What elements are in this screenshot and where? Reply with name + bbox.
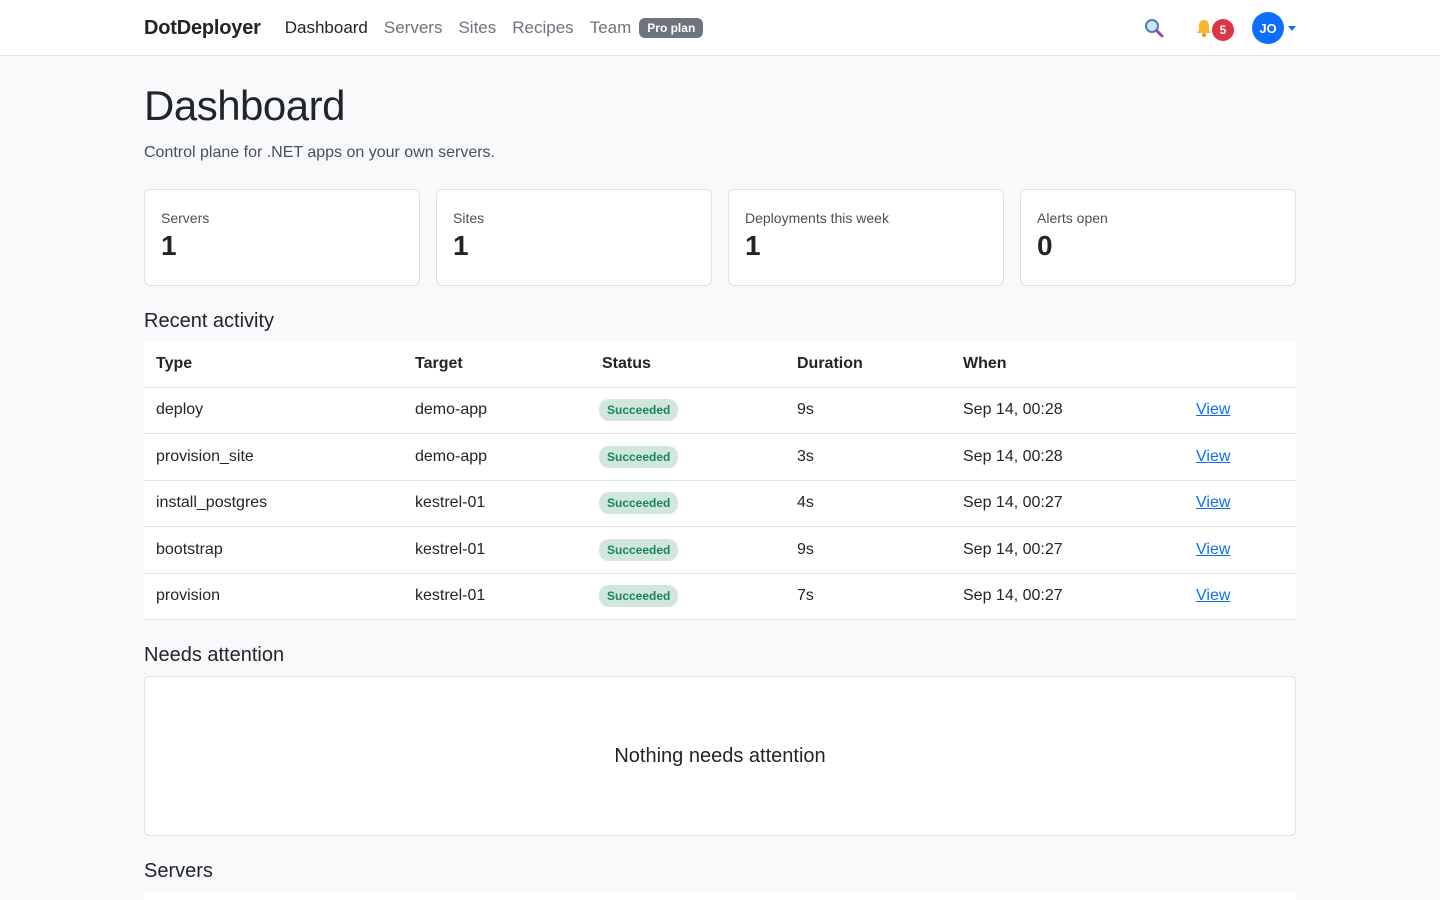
notification-count-badge: 5 — [1212, 19, 1234, 41]
brand-logo[interactable]: DotDeployer — [144, 17, 261, 40]
cell-action: View — [1184, 573, 1296, 620]
stat-value: 1 — [745, 230, 761, 261]
navbar-inner: DotDeployer Dashboard Servers Sites Reci… — [144, 0, 1296, 56]
cell-duration: 9s — [785, 387, 951, 434]
table-row: install_postgres kestrel-01 Succeeded 4s… — [144, 480, 1296, 527]
cell-action: View — [1184, 526, 1296, 574]
table-row: deploy demo-app Succeeded 9s Sep 14, 00:… — [144, 387, 1296, 434]
cell-status: Succeeded — [590, 387, 785, 434]
stats-row: Servers 1 Sites 1 Deployments this week … — [144, 189, 1296, 286]
cell-type: provision_site — [144, 433, 403, 481]
cell-when: Sep 14, 00:27 — [951, 526, 1184, 574]
top-navbar: DotDeployer Dashboard Servers Sites Reci… — [0, 0, 1440, 56]
column-header-status: Status — [590, 342, 785, 388]
view-link[interactable]: View — [1196, 448, 1230, 465]
needs-attention-empty-state: Nothing needs attention — [144, 676, 1296, 836]
main-content: Dashboard Control plane for .NET apps on… — [144, 82, 1296, 900]
cell-when: Sep 14, 00:27 — [951, 480, 1184, 527]
cell-target: demo-app — [403, 387, 590, 434]
cell-target: kestrel-01 — [403, 573, 590, 620]
needs-attention-title: Needs attention — [144, 644, 285, 666]
cell-status: Succeeded — [590, 573, 785, 620]
cell-duration: 9s — [785, 526, 951, 574]
status-badge: Succeeded — [599, 399, 679, 422]
table-row: provision_site demo-app Succeeded 3s Sep… — [144, 433, 1296, 481]
cell-type: deploy — [144, 387, 403, 434]
view-link[interactable]: View — [1196, 587, 1230, 604]
recent-activity-table: Type Target Status Duration When deploy … — [144, 342, 1296, 620]
nav-link-servers[interactable]: Servers — [384, 18, 443, 38]
status-badge: Succeeded — [599, 538, 679, 561]
cell-when: Sep 14, 00:28 — [951, 433, 1184, 481]
cell-when: Sep 14, 00:27 — [951, 573, 1184, 620]
cell-action: View — [1184, 433, 1296, 481]
page-subtitle: Control plane for .NET apps on your own … — [144, 144, 495, 161]
cell-target: demo-app — [403, 433, 590, 481]
servers-table-top — [144, 892, 1296, 900]
stat-label: Alerts open — [1037, 210, 1108, 226]
stat-card-alerts: Alerts open 0 — [1020, 189, 1296, 286]
cell-type: provision — [144, 573, 403, 620]
view-link[interactable]: View — [1196, 541, 1230, 558]
stat-label: Servers — [161, 210, 210, 226]
recent-activity-title: Recent activity — [144, 310, 275, 332]
status-badge: Succeeded — [599, 585, 679, 608]
column-header-actions — [1184, 342, 1296, 388]
navbar-right: 5 JO — [1142, 12, 1296, 44]
cell-status: Succeeded — [590, 526, 785, 574]
page-title: Dashboard — [144, 82, 345, 129]
stat-value: 0 — [1037, 230, 1053, 261]
cell-type: install_postgres — [144, 480, 403, 527]
search-icon[interactable] — [1142, 18, 1166, 38]
empty-state-text: Nothing needs attention — [614, 744, 826, 767]
table-row: bootstrap kestrel-01 Succeeded 9s Sep 14… — [144, 526, 1296, 574]
cell-when: Sep 14, 00:28 — [951, 387, 1184, 434]
column-header-when: When — [951, 342, 1184, 388]
table-header-row: Type Target Status Duration When — [144, 342, 1296, 388]
stat-card-sites: Sites 1 — [436, 189, 712, 286]
stat-label: Deployments this week — [745, 210, 889, 226]
cell-action: View — [1184, 387, 1296, 434]
chevron-down-icon — [1288, 25, 1296, 31]
table-row: provision kestrel-01 Succeeded 7s Sep 14… — [144, 573, 1296, 620]
cell-duration: 7s — [785, 573, 951, 620]
plan-badge: Pro plan — [639, 18, 704, 38]
servers-section-title: Servers — [144, 860, 213, 882]
column-header-target: Target — [403, 342, 590, 388]
status-badge: Succeeded — [599, 445, 679, 468]
stat-card-deployments: Deployments this week 1 — [728, 189, 1004, 286]
cell-target: kestrel-01 — [403, 526, 590, 574]
stat-value: 1 — [453, 230, 469, 261]
nav-link-sites[interactable]: Sites — [458, 18, 496, 38]
column-header-duration: Duration — [785, 342, 951, 388]
stat-card-servers: Servers 1 — [144, 189, 420, 286]
status-badge: Succeeded — [599, 492, 679, 515]
cell-status: Succeeded — [590, 433, 785, 481]
nav-link-team[interactable]: Team — [590, 18, 632, 38]
column-header-type: Type — [144, 342, 403, 388]
stat-value: 1 — [161, 230, 177, 261]
cell-target: kestrel-01 — [403, 480, 590, 527]
nav-link-recipes[interactable]: Recipes — [512, 18, 573, 38]
user-menu[interactable]: JO — [1252, 12, 1296, 44]
cell-type: bootstrap — [144, 526, 403, 574]
cell-status: Succeeded — [590, 480, 785, 527]
stat-label: Sites — [453, 210, 485, 226]
cell-action: View — [1184, 480, 1296, 527]
nav-link-dashboard[interactable]: Dashboard — [285, 18, 368, 38]
view-link[interactable]: View — [1196, 401, 1230, 418]
view-link[interactable]: View — [1196, 494, 1230, 511]
cell-duration: 3s — [785, 433, 951, 481]
notifications-button[interactable]: 5 — [1194, 15, 1234, 41]
bell-icon — [1197, 20, 1211, 37]
cell-duration: 4s — [785, 480, 951, 527]
avatar: JO — [1252, 12, 1284, 44]
